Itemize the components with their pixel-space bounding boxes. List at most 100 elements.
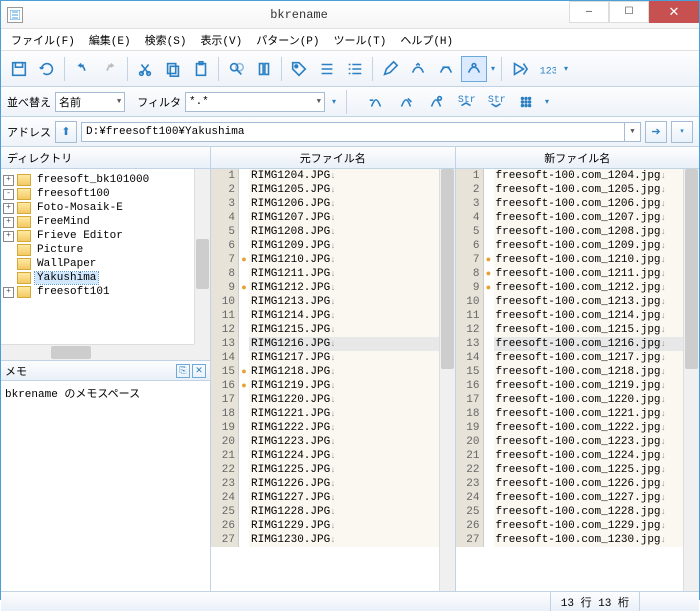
file-row[interactable]: 9●RIMG1212.JPG↓ <box>211 281 455 295</box>
file-row[interactable]: 21freesoft-100.com_1224.jpg↓ <box>456 449 700 463</box>
file-row[interactable]: 17freesoft-100.com_1220.jpg↓ <box>456 393 700 407</box>
file-row[interactable]: 16freesoft-100.com_1219.jpg↓ <box>456 379 700 393</box>
list-icon[interactable] <box>314 56 340 82</box>
file-row[interactable]: 15freesoft-100.com_1218.jpg↓ <box>456 365 700 379</box>
expander-icon[interactable]: + <box>3 231 14 242</box>
pattern1-icon[interactable] <box>405 56 431 82</box>
memo-copy-button[interactable]: ⎘ <box>176 364 190 378</box>
menu-pattern[interactable]: パターン(P) <box>250 30 325 50</box>
file-row[interactable]: 14RIMG1217.JPG↓ <box>211 351 455 365</box>
opt3-icon[interactable] <box>423 89 449 115</box>
close-button[interactable]: ✕ <box>649 1 699 23</box>
file-row[interactable]: 23RIMG1226.JPG↓ <box>211 477 455 491</box>
expander-icon[interactable]: - <box>3 189 14 200</box>
directory-tree[interactable]: +freesoft_bk101000-freesoft100+Foto-Mosa… <box>1 169 210 361</box>
run-icon[interactable] <box>506 56 532 82</box>
tree-node[interactable]: +freesoft101 <box>3 285 208 299</box>
expander-icon[interactable] <box>3 273 14 284</box>
file-row[interactable]: 20freesoft-100.com_1223.jpg↓ <box>456 435 700 449</box>
redo-icon[interactable] <box>97 56 123 82</box>
up-folder-button[interactable]: ⬆ <box>55 121 77 143</box>
file-row[interactable]: 14freesoft-100.com_1217.jpg↓ <box>456 351 700 365</box>
menu-edit[interactable]: 編集(E) <box>83 30 137 50</box>
file-row[interactable]: 24RIMG1227.JPG↓ <box>211 491 455 505</box>
file-row[interactable]: 26freesoft-100.com_1229.jpg↓ <box>456 519 700 533</box>
expander-icon[interactable]: + <box>3 175 14 186</box>
file-row[interactable]: 6freesoft-100.com_1209.jpg↓ <box>456 239 700 253</box>
file-row[interactable]: 1RIMG1204.JPG↓ <box>211 169 455 183</box>
file-row[interactable]: 2freesoft-100.com_1205.jpg↓ <box>456 183 700 197</box>
file-row[interactable]: 24freesoft-100.com_1227.jpg↓ <box>456 491 700 505</box>
file-row[interactable]: 19RIMG1222.JPG↓ <box>211 421 455 435</box>
file-row[interactable]: 25RIMG1228.JPG↓ <box>211 505 455 519</box>
sort-combo[interactable]: 名前 ▼ <box>55 92 125 112</box>
pattern2-icon[interactable] <box>433 56 459 82</box>
file-row[interactable]: 25freesoft-100.com_1228.jpg↓ <box>456 505 700 519</box>
list2-icon[interactable] <box>342 56 368 82</box>
original-file-list[interactable]: 1RIMG1204.JPG↓2RIMG1205.JPG↓3RIMG1206.JP… <box>211 169 455 591</box>
new-scrollbar[interactable] <box>683 169 699 591</box>
file-row[interactable]: 7●freesoft-100.com_1210.jpg↓ <box>456 253 700 267</box>
menu-help[interactable]: ヘルプ(H) <box>394 30 459 50</box>
address-input[interactable]: D:¥freesoft100¥Yakushima <box>81 122 625 142</box>
number-icon[interactable]: 123 <box>534 56 560 82</box>
string2-icon[interactable]: String <box>483 89 509 115</box>
expander-icon[interactable]: + <box>3 203 14 214</box>
edit-icon[interactable] <box>377 56 403 82</box>
number-dropdown-icon[interactable]: ▾ <box>561 64 571 74</box>
file-row[interactable]: 15●RIMG1218.JPG↓ <box>211 365 455 379</box>
file-row[interactable]: 19freesoft-100.com_1222.jpg↓ <box>456 421 700 435</box>
file-row[interactable]: 4freesoft-100.com_1207.jpg↓ <box>456 211 700 225</box>
tree-node[interactable]: Picture <box>3 243 208 257</box>
file-row[interactable]: 5freesoft-100.com_1208.jpg↓ <box>456 225 700 239</box>
expander-icon[interactable] <box>3 259 14 270</box>
file-row[interactable]: 3RIMG1206.JPG↓ <box>211 197 455 211</box>
refresh-icon[interactable] <box>34 56 60 82</box>
file-row[interactable]: 7●RIMG1210.JPG↓ <box>211 253 455 267</box>
file-row[interactable]: 1freesoft-100.com_1204.jpg↓ <box>456 169 700 183</box>
menu-file[interactable]: ファイル(F) <box>5 30 81 50</box>
file-row[interactable]: 10RIMG1213.JPG↓ <box>211 295 455 309</box>
expander-icon[interactable]: + <box>3 287 14 298</box>
tree-node[interactable]: +freesoft_bk101000 <box>3 173 208 187</box>
menu-tool[interactable]: ツール(T) <box>328 30 393 50</box>
pattern-dropdown-icon[interactable]: ▾ <box>488 64 498 74</box>
pattern3-icon[interactable] <box>461 56 487 82</box>
filter-combo[interactable]: *.*▼ <box>185 92 325 112</box>
file-row[interactable]: 11RIMG1214.JPG↓ <box>211 309 455 323</box>
minimize-button[interactable]: — <box>569 1 609 23</box>
file-row[interactable]: 12freesoft-100.com_1215.jpg↓ <box>456 323 700 337</box>
menu-search[interactable]: 検索(S) <box>139 30 193 50</box>
file-row[interactable]: 12RIMG1215.JPG↓ <box>211 323 455 337</box>
file-row[interactable]: 27freesoft-100.com_1230.jpg↓ <box>456 533 700 547</box>
file-row[interactable]: 22freesoft-100.com_1225.jpg↓ <box>456 463 700 477</box>
file-row[interactable]: 2RIMG1205.JPG↓ <box>211 183 455 197</box>
address-dropdown[interactable]: ▼ <box>625 122 641 142</box>
filter-dropdown-icon[interactable]: ▾ <box>329 97 339 107</box>
cut-icon[interactable] <box>132 56 158 82</box>
file-row[interactable]: 13RIMG1216.JPG↓ <box>211 337 455 351</box>
file-row[interactable]: 27RIMG1230.JPG↓ <box>211 533 455 547</box>
file-row[interactable]: 18freesoft-100.com_1221.jpg↓ <box>456 407 700 421</box>
go-button[interactable]: ➔ <box>645 121 667 143</box>
string1-icon[interactable]: String <box>453 89 479 115</box>
tree-node[interactable]: Yakushima <box>3 271 208 285</box>
tree-hscrollbar[interactable] <box>1 344 194 360</box>
file-row[interactable]: 16●RIMG1219.JPG↓ <box>211 379 455 393</box>
file-row[interactable]: 3freesoft-100.com_1206.jpg↓ <box>456 197 700 211</box>
file-row[interactable]: 13freesoft-100.com_1216.jpg↓ <box>456 337 700 351</box>
tree-node[interactable]: +FreeMind <box>3 215 208 229</box>
original-scrollbar[interactable] <box>439 169 455 591</box>
undo-icon[interactable] <box>69 56 95 82</box>
memo-textarea[interactable]: bkrename のメモスペース <box>1 381 210 591</box>
file-row[interactable]: 4RIMG1207.JPG↓ <box>211 211 455 225</box>
file-row[interactable]: 26RIMG1229.JPG↓ <box>211 519 455 533</box>
save-icon[interactable] <box>6 56 32 82</box>
copy-icon[interactable] <box>160 56 186 82</box>
file-row[interactable]: 11freesoft-100.com_1214.jpg↓ <box>456 309 700 323</box>
file-row[interactable]: 10freesoft-100.com_1213.jpg↓ <box>456 295 700 309</box>
file-row[interactable]: 23freesoft-100.com_1226.jpg↓ <box>456 477 700 491</box>
tree-node[interactable]: WallPaper <box>3 257 208 271</box>
tag-icon[interactable] <box>286 56 312 82</box>
file-row[interactable]: 5RIMG1208.JPG↓ <box>211 225 455 239</box>
